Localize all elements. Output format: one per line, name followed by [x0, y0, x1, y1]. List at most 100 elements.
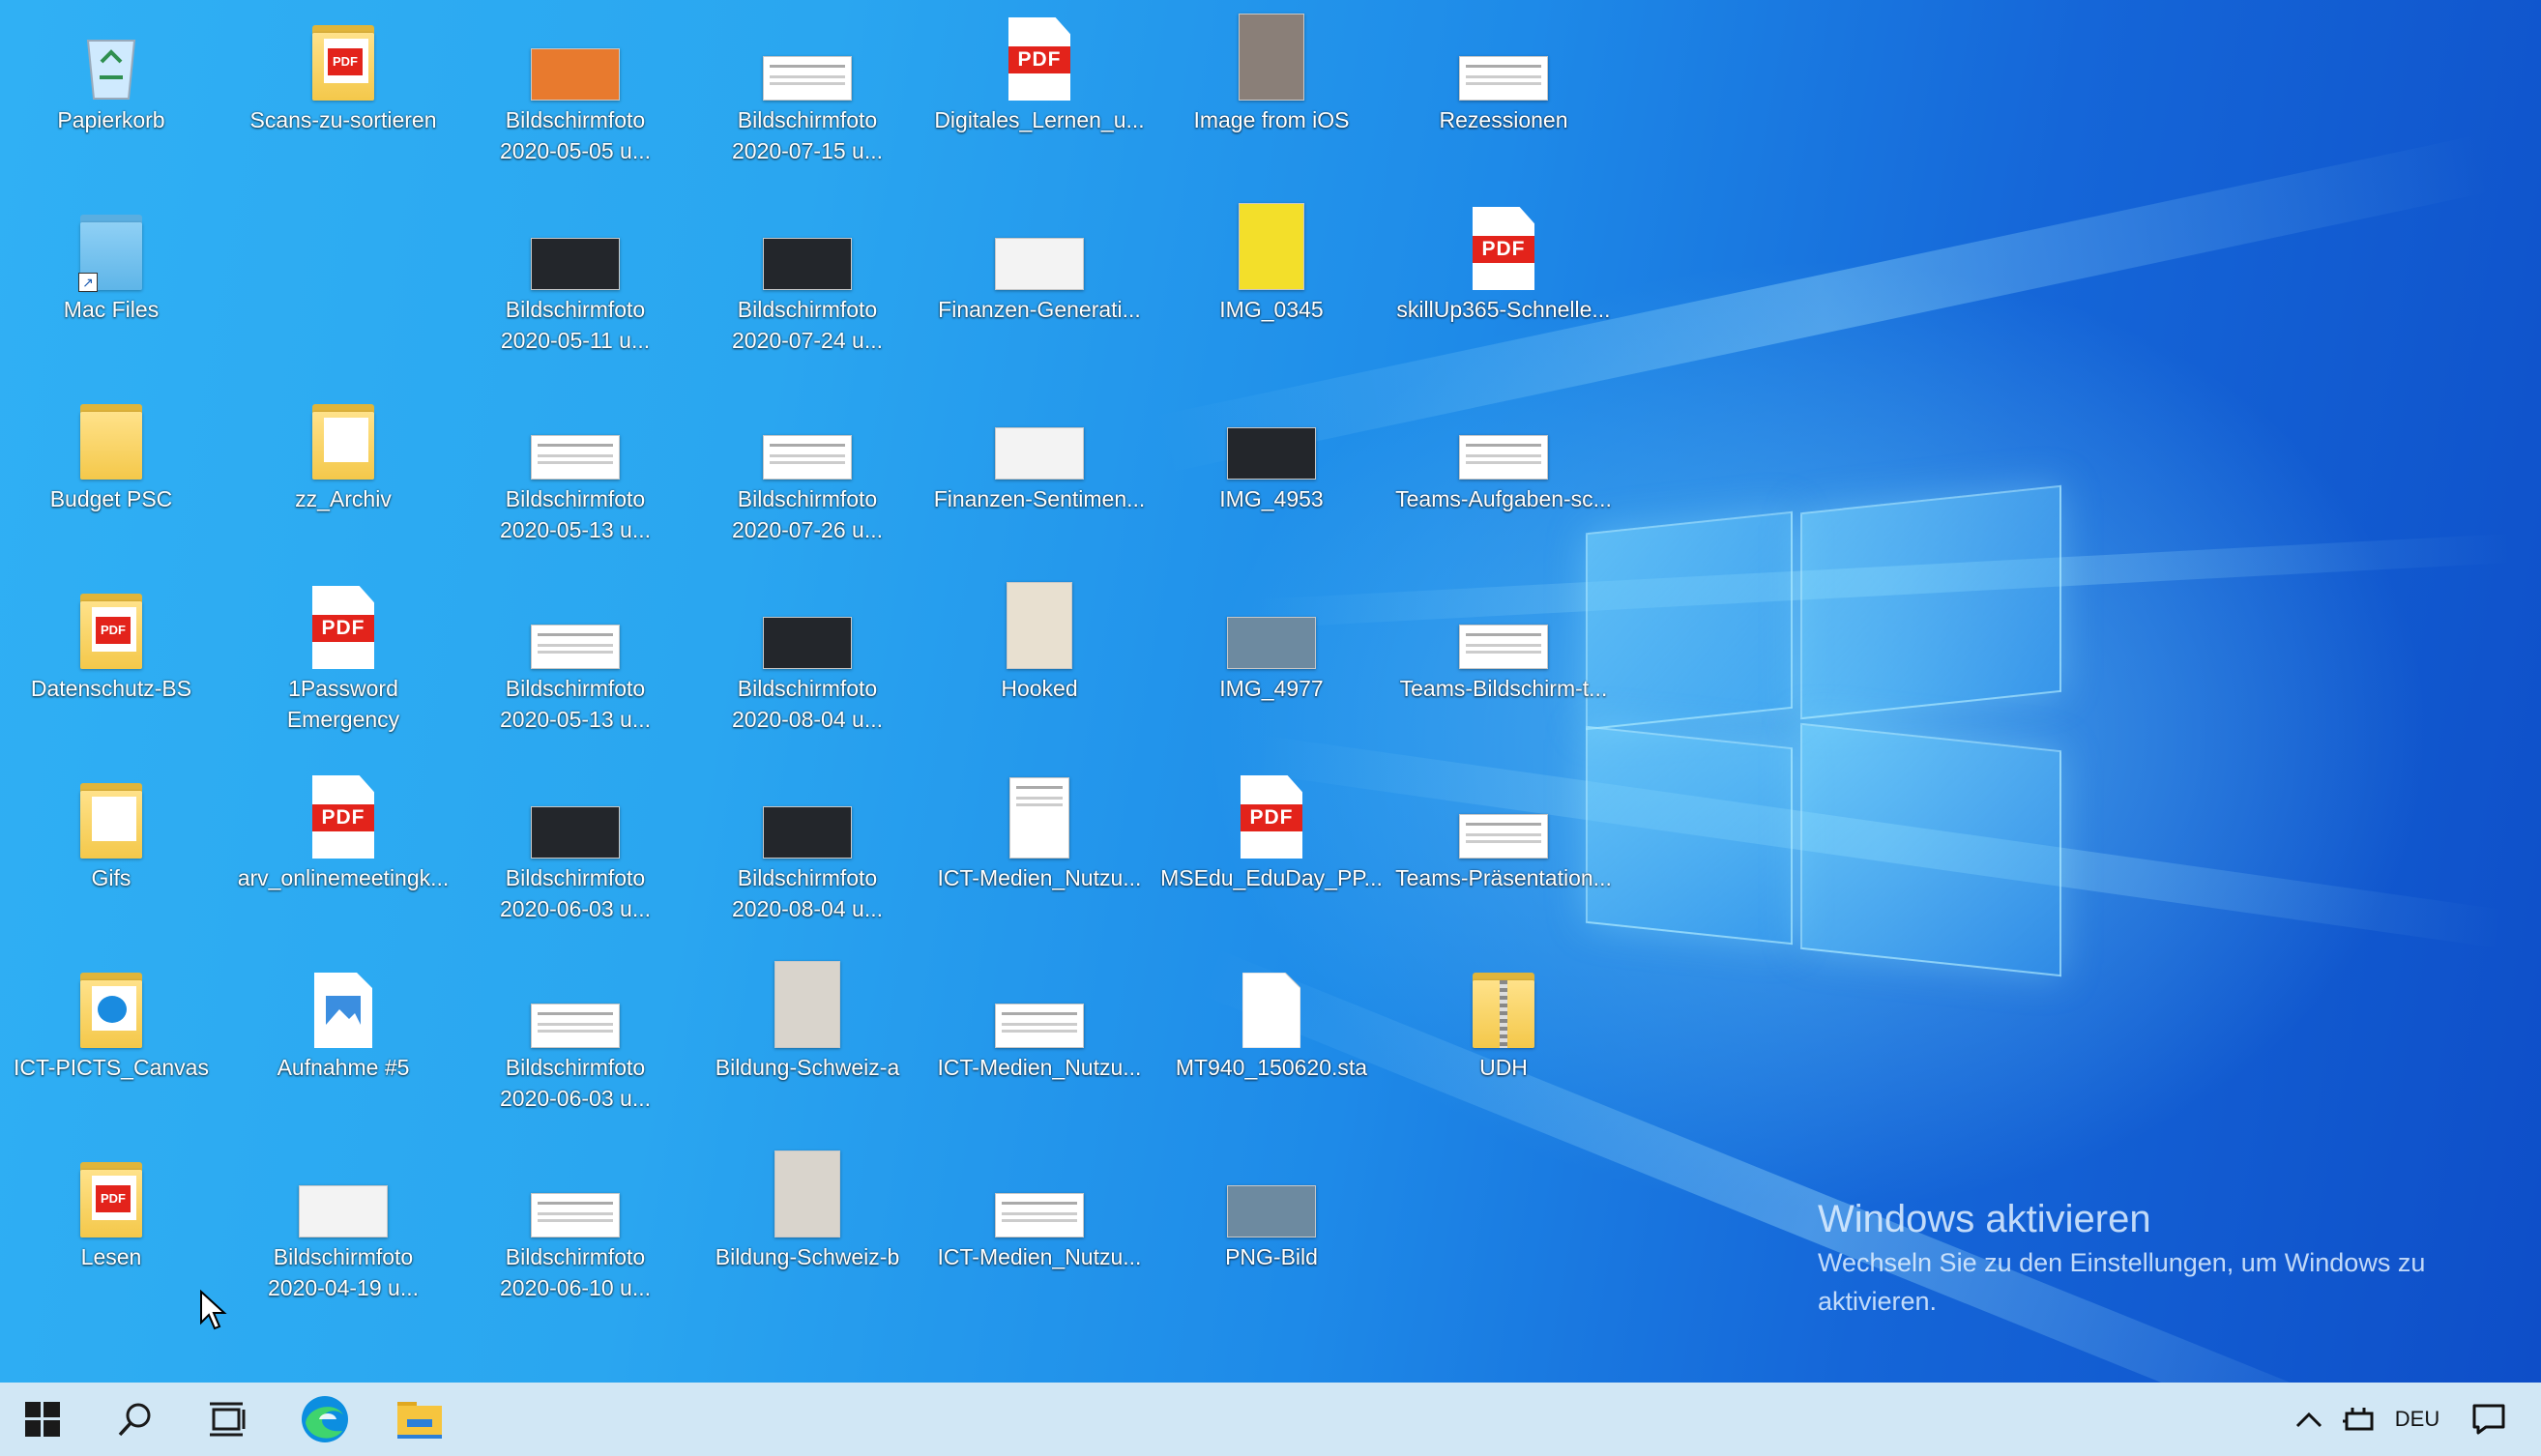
desktop-icon[interactable]: Bildschirmfoto 2020-08-04 u...	[696, 568, 919, 752]
desktop-icon-label: ICT-Medien_Nutzu...	[937, 865, 1142, 890]
desktop-icon-label: Mac Files	[63, 297, 160, 322]
desktop-icon[interactable]: Bildschirmfoto 2020-06-03 u...	[464, 758, 686, 942]
desktop-icon[interactable]: ICT-Medien_Nutzu...	[928, 1137, 1151, 1321]
desktop-icon[interactable]: Bildschirmfoto 2020-07-15 u...	[696, 0, 919, 184]
desktop-icon[interactable]: PDF 1Password Emergency Kit A3-2LW6YR-edu…	[232, 568, 454, 752]
folder-icon	[80, 783, 142, 859]
language-indicator[interactable]: DEU	[2392, 1383, 2442, 1456]
file-explorer-taskbar-button[interactable]	[373, 1383, 466, 1456]
image-thumbnail-icon	[995, 238, 1084, 290]
desktop-icon-label: Image from iOS	[1193, 107, 1350, 132]
desktop-icon[interactable]: IMG_4977	[1160, 568, 1383, 752]
show-hidden-icons-button[interactable]	[2288, 1383, 2330, 1456]
image-thumbnail-icon	[774, 1150, 840, 1238]
desktop[interactable]: Papierkorb PDF Scans-zu-sortieren Bildschir…	[0, 0, 2541, 1383]
desktop-icon[interactable]: Bildschirmfoto 2020-04-19 u...	[232, 1137, 454, 1321]
edge-taskbar-button[interactable]	[278, 1383, 371, 1456]
image-file-icon	[314, 973, 372, 1048]
desktop-icon[interactable]: Teams-Präsentation...	[1392, 758, 1615, 942]
file-explorer-icon	[397, 1402, 442, 1439]
desktop-icon[interactable]: Finanzen-Generati...	[928, 189, 1151, 373]
mac-folder-shortcut-icon: ↗	[78, 215, 142, 292]
desktop-icon[interactable]: Bildung-Schweiz-b	[696, 1137, 919, 1321]
desktop-icon[interactable]: PDF Digitales_Lernen_u...	[928, 0, 1151, 184]
network-tray-button[interactable]	[2338, 1383, 2380, 1456]
folder-icon: PDF	[312, 25, 374, 101]
desktop-icon[interactable]: Bildschirmfoto 2020-07-24 u...	[696, 189, 919, 373]
desktop-icon[interactable]: Teams-Aufgaben-sc...	[1392, 379, 1615, 563]
desktop-icon[interactable]: Aufnahme #5	[232, 947, 454, 1131]
windows-logo-wallpaper	[1586, 483, 2069, 986]
desktop-icon[interactable]: Budget PSC	[0, 379, 222, 563]
desktop-icon[interactable]: Gifs	[0, 758, 222, 942]
desktop-icon[interactable]: Papierkorb	[0, 0, 222, 184]
pdf-file-icon: PDF	[1241, 775, 1302, 859]
desktop-icon[interactable]: Bildschirmfoto 2020-05-13 u...	[464, 379, 686, 563]
desktop-icon-label: Gifs	[91, 865, 131, 890]
desktop-icon[interactable]: Hooked	[928, 568, 1151, 752]
desktop-icon[interactable]: PDF skillUp365-Schnelle...	[1392, 189, 1615, 373]
desktop-icon-label: 1Password Emergency Kit A3-2LW6YR-educ..…	[286, 676, 400, 732]
action-center-button[interactable]	[2462, 1383, 2516, 1456]
desktop-icon[interactable]: Rezessionen	[1392, 0, 1615, 184]
search-button[interactable]	[89, 1383, 182, 1456]
desktop-icon-label: skillUp365-Schnelle...	[1396, 297, 1611, 322]
desktop-icon[interactable]: UDH	[1392, 947, 1615, 1131]
image-thumbnail-icon	[763, 238, 852, 290]
task-view-button[interactable]	[182, 1383, 275, 1456]
pdf-file-icon: PDF	[312, 775, 374, 859]
folder-icon	[80, 404, 142, 480]
desktop-icon-label: Aufnahme #5	[277, 1055, 410, 1080]
desktop-icon-label: IMG_4953	[1219, 486, 1324, 511]
desktop-icon[interactable]: Bildschirmfoto 2020-05-11 u...	[464, 189, 686, 373]
desktop-icon[interactable]: ↗ Mac Files	[0, 189, 222, 373]
desktop-icon[interactable]: PDF Datenschutz-BS	[0, 568, 222, 752]
generic-file-icon	[1242, 973, 1300, 1048]
desktop-icon[interactable]: zz_Archiv	[232, 379, 454, 563]
desktop-icon[interactable]: PDF Scans-zu-sortieren	[232, 0, 454, 184]
desktop-icon[interactable]: ICT-PICTS_Canvas	[0, 947, 222, 1131]
desktop-icon-label: IMG_4977	[1219, 676, 1324, 701]
document-thumbnail-icon	[531, 625, 620, 669]
desktop-icon-label: Bildschirmfoto 2020-06-10 u...	[499, 1244, 651, 1300]
desktop-icon[interactable]: PNG-Bild	[1160, 1137, 1383, 1321]
desktop-icon-label: Bildung-Schweiz-a	[715, 1055, 900, 1080]
desktop-icon[interactable]: IMG_0345	[1160, 189, 1383, 373]
desktop-icon[interactable]: Bildschirmfoto 2020-05-05 u...	[464, 0, 686, 184]
desktop-icon[interactable]: IMG_4953	[1160, 379, 1383, 563]
desktop-icon-label: Rezessionen	[1439, 107, 1568, 132]
desktop-icon[interactable]: Bildschirmfoto 2020-06-03 u...	[464, 947, 686, 1131]
desktop-icon[interactable]: PDF MSEdu_EduDay_PP...	[1160, 758, 1383, 942]
notification-icon	[2472, 1404, 2505, 1435]
desktop-icon[interactable]: ICT-Medien_Nutzu...	[928, 947, 1151, 1131]
document-thumbnail-icon	[1459, 56, 1548, 101]
desktop-icon[interactable]: PDF Lesen	[0, 1137, 222, 1321]
desktop-icon-label: Hooked	[1001, 676, 1078, 701]
desktop-icon-label: Teams-Aufgaben-sc...	[1395, 486, 1612, 511]
desktop-icon[interactable]: Finanzen-Sentimen...	[928, 379, 1151, 563]
desktop-icon[interactable]: Bildung-Schweiz-a	[696, 947, 919, 1131]
network-wired-icon	[2343, 1408, 2374, 1431]
desktop-icon[interactable]: Bildschirmfoto 2020-07-26 u...	[696, 379, 919, 563]
taskbar: DEU	[0, 1383, 2541, 1456]
desktop-icon-label: arv_onlinemeetingk...	[237, 865, 450, 890]
desktop-icon[interactable]: Bildschirmfoto 2020-06-10 u...	[464, 1137, 686, 1321]
image-thumbnail-icon	[1227, 617, 1316, 669]
desktop-icon[interactable]: PDF arv_onlinemeetingk...	[232, 758, 454, 942]
desktop-icon[interactable]: Image from iOS	[1160, 0, 1383, 184]
start-button[interactable]	[0, 1383, 89, 1456]
desktop-icon[interactable]: Bildschirmfoto 2020-05-13 u...	[464, 568, 686, 752]
desktop-icon[interactable]: ICT-Medien_Nutzu...	[928, 758, 1151, 942]
desktop-icon[interactable]: Teams-Bildschirm-t...	[1392, 568, 1615, 752]
image-thumbnail-icon	[763, 617, 852, 669]
desktop-icon-label: Bildschirmfoto 2020-07-26 u...	[731, 486, 883, 542]
recycle-bin-icon	[84, 33, 138, 101]
desktop-icon[interactable]: MT940_150620.sta	[1160, 947, 1383, 1131]
desktop-icon[interactable]: Bildschirmfoto 2020-08-04 u...	[696, 758, 919, 942]
desktop-icon-label: Teams-Bildschirm-t...	[1399, 676, 1608, 701]
desktop-icon-label: ICT-Medien_Nutzu...	[937, 1244, 1142, 1269]
desktop-icon-label: Bildschirmfoto 2020-07-15 u...	[731, 107, 883, 163]
pdf-file-icon: PDF	[1473, 207, 1534, 290]
mouse-cursor-icon	[200, 1290, 227, 1330]
document-thumbnail-icon	[1459, 625, 1548, 669]
